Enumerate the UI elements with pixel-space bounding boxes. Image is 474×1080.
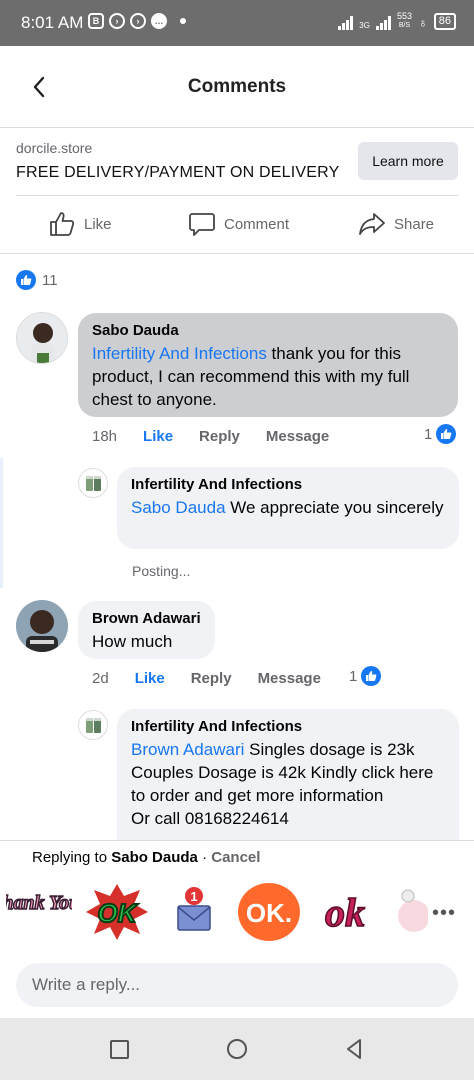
comment-author: Sabo Dauda — [92, 322, 179, 339]
partial-sticker[interactable] — [388, 882, 428, 942]
replying-to-name: Sabo Dauda — [111, 849, 198, 866]
app-notification-icon: › — [130, 13, 146, 29]
network-speed: 553 B/S — [396, 11, 412, 30]
reply-clip: Infertility And Infections Brown Adawari… — [117, 709, 459, 840]
post-action-bar: Like Comment Share — [0, 196, 474, 254]
svg-text:OK: OK — [98, 898, 139, 928]
user-avatar-icon — [31, 323, 55, 363]
triangle-back-icon — [347, 1039, 361, 1059]
b-app-icon: B — [88, 13, 104, 29]
reply-bubble[interactable]: Infertility And Infections Brown Adawari… — [117, 709, 459, 840]
comment-text: Infertility And Infections thank you for… — [92, 344, 410, 409]
comment-age: 18h — [92, 428, 118, 445]
more-notifications-dot — [180, 18, 186, 24]
network-indicator: 3G — [359, 21, 370, 30]
share-label: Share — [394, 215, 435, 233]
like-button[interactable]: Like — [48, 210, 112, 238]
sticker-tray: Thank You! OK 1 OK. ok ••• — [0, 874, 474, 954]
thumbs-up-icon — [50, 212, 75, 236]
thank-you-sticker[interactable]: Thank You! — [6, 882, 72, 942]
svg-text:Thank You!: Thank You! — [6, 892, 72, 914]
ok-pink-sticker[interactable]: ok — [312, 882, 378, 942]
comment-message-button[interactable]: Message — [266, 428, 329, 445]
like-label: Like — [84, 215, 112, 233]
signal-icon — [338, 16, 354, 30]
svg-text:1: 1 — [190, 889, 197, 904]
svg-text:OK.: OK. — [246, 898, 292, 928]
recent-apps-button[interactable] — [106, 1036, 132, 1062]
like-reaction-icon — [16, 270, 36, 290]
reply-input-container — [16, 963, 458, 1007]
comment-like-button[interactable]: Like — [135, 670, 165, 687]
alarm-icon: ♁ — [418, 15, 428, 30]
like-reaction-icon — [361, 666, 382, 686]
share-button[interactable]: Share — [358, 210, 434, 238]
reply-input[interactable] — [16, 963, 458, 1007]
reply-text: Brown Adawari Singles dosage is 23k Coup… — [131, 740, 434, 828]
status-time: 8:01 AM — [21, 13, 84, 32]
reply-bubble[interactable]: Infertility And Infections Sabo Dauda We… — [117, 467, 459, 549]
mail-notification-sticker[interactable]: 1 — [160, 882, 226, 942]
more-stickers-icon[interactable]: ••• — [432, 902, 456, 925]
avatar[interactable] — [78, 710, 108, 740]
comment-bubble-icon — [189, 213, 215, 236]
back-nav-button[interactable] — [342, 1036, 368, 1062]
comment-button[interactable]: Comment — [188, 210, 289, 238]
comment-reply-button[interactable]: Reply — [191, 670, 232, 687]
reaction-count: 11 — [42, 271, 58, 289]
notification-icons: B › › … — [88, 13, 186, 29]
ad-headline: FREE DELIVERY/PAYMENT ON DELIVERY — [16, 164, 340, 181]
mention-link[interactable]: Infertility And Infections — [92, 344, 267, 363]
avatar[interactable] — [16, 600, 68, 652]
comment-text: How much — [92, 632, 173, 651]
comment-meta: 18h Like Reply Message — [92, 428, 329, 445]
replying-to-bar: Replying to Sabo Dauda · Cancel — [0, 840, 474, 874]
user-avatar-icon — [16, 600, 68, 652]
avatar[interactable] — [78, 468, 108, 498]
signal-icon — [375, 16, 391, 30]
share-arrow-icon — [359, 213, 385, 235]
reply-author: Infertility And Infections — [131, 718, 303, 735]
comment-like-button[interactable]: Like — [143, 428, 173, 445]
ok-green-sticker[interactable]: OK — [84, 882, 150, 942]
ok-orange-sticker[interactable]: OK. — [236, 882, 302, 942]
home-button[interactable] — [224, 1036, 250, 1062]
reply-thread-line — [0, 458, 3, 588]
avatar[interactable] — [16, 312, 68, 364]
like-reaction-icon — [436, 424, 457, 444]
ad-link-preview[interactable]: dorcile.store FREE DELIVERY/PAYMENT ON D… — [0, 128, 474, 198]
circle-icon — [227, 1039, 247, 1059]
posting-status: Posting... — [132, 563, 191, 579]
comment-reply-button[interactable]: Reply — [199, 428, 240, 445]
reaction-summary[interactable]: 11 — [16, 270, 58, 290]
svg-text:ok: ok — [325, 890, 365, 935]
comment-age: 2d — [92, 670, 109, 687]
app-notification-icon: › — [109, 13, 125, 29]
comment-message-button[interactable]: Message — [258, 670, 321, 687]
ad-domain: dorcile.store — [16, 140, 93, 156]
comment-label: Comment — [224, 215, 290, 233]
comment-author: Brown Adawari — [92, 610, 201, 627]
mention-link[interactable]: Sabo Dauda — [131, 498, 226, 517]
comments-header: Comments — [0, 46, 474, 128]
status-bar: 8:01 AM B › › … 3G 553 B/S ♁ 86 — [0, 0, 474, 46]
comment-reaction-count[interactable]: 1 — [424, 424, 457, 444]
system-nav-bar — [0, 1018, 474, 1080]
comment-meta: 2d Like Reply Message — [92, 670, 321, 687]
square-icon — [110, 1040, 129, 1059]
product-page-avatar-icon — [86, 718, 101, 733]
reply-author: Infertility And Infections — [131, 476, 303, 493]
product-page-avatar-icon — [86, 476, 101, 491]
learn-more-button[interactable]: Learn more — [358, 142, 458, 180]
chat-icon: … — [151, 13, 167, 29]
battery-icon: 86 — [433, 13, 456, 30]
comment-reaction-count[interactable]: 1 — [349, 666, 382, 686]
comment-bubble[interactable]: Brown Adawari How much — [78, 601, 215, 659]
page-title: Comments — [187, 76, 287, 97]
cancel-reply-button[interactable]: Cancel — [211, 849, 260, 866]
comment-bubble[interactable]: Sabo Dauda Infertility And Infections th… — [78, 313, 458, 417]
reply-text: Sabo Dauda We appreciate you sincerely — [131, 498, 444, 517]
mention-link[interactable]: Brown Adawari — [131, 740, 244, 759]
